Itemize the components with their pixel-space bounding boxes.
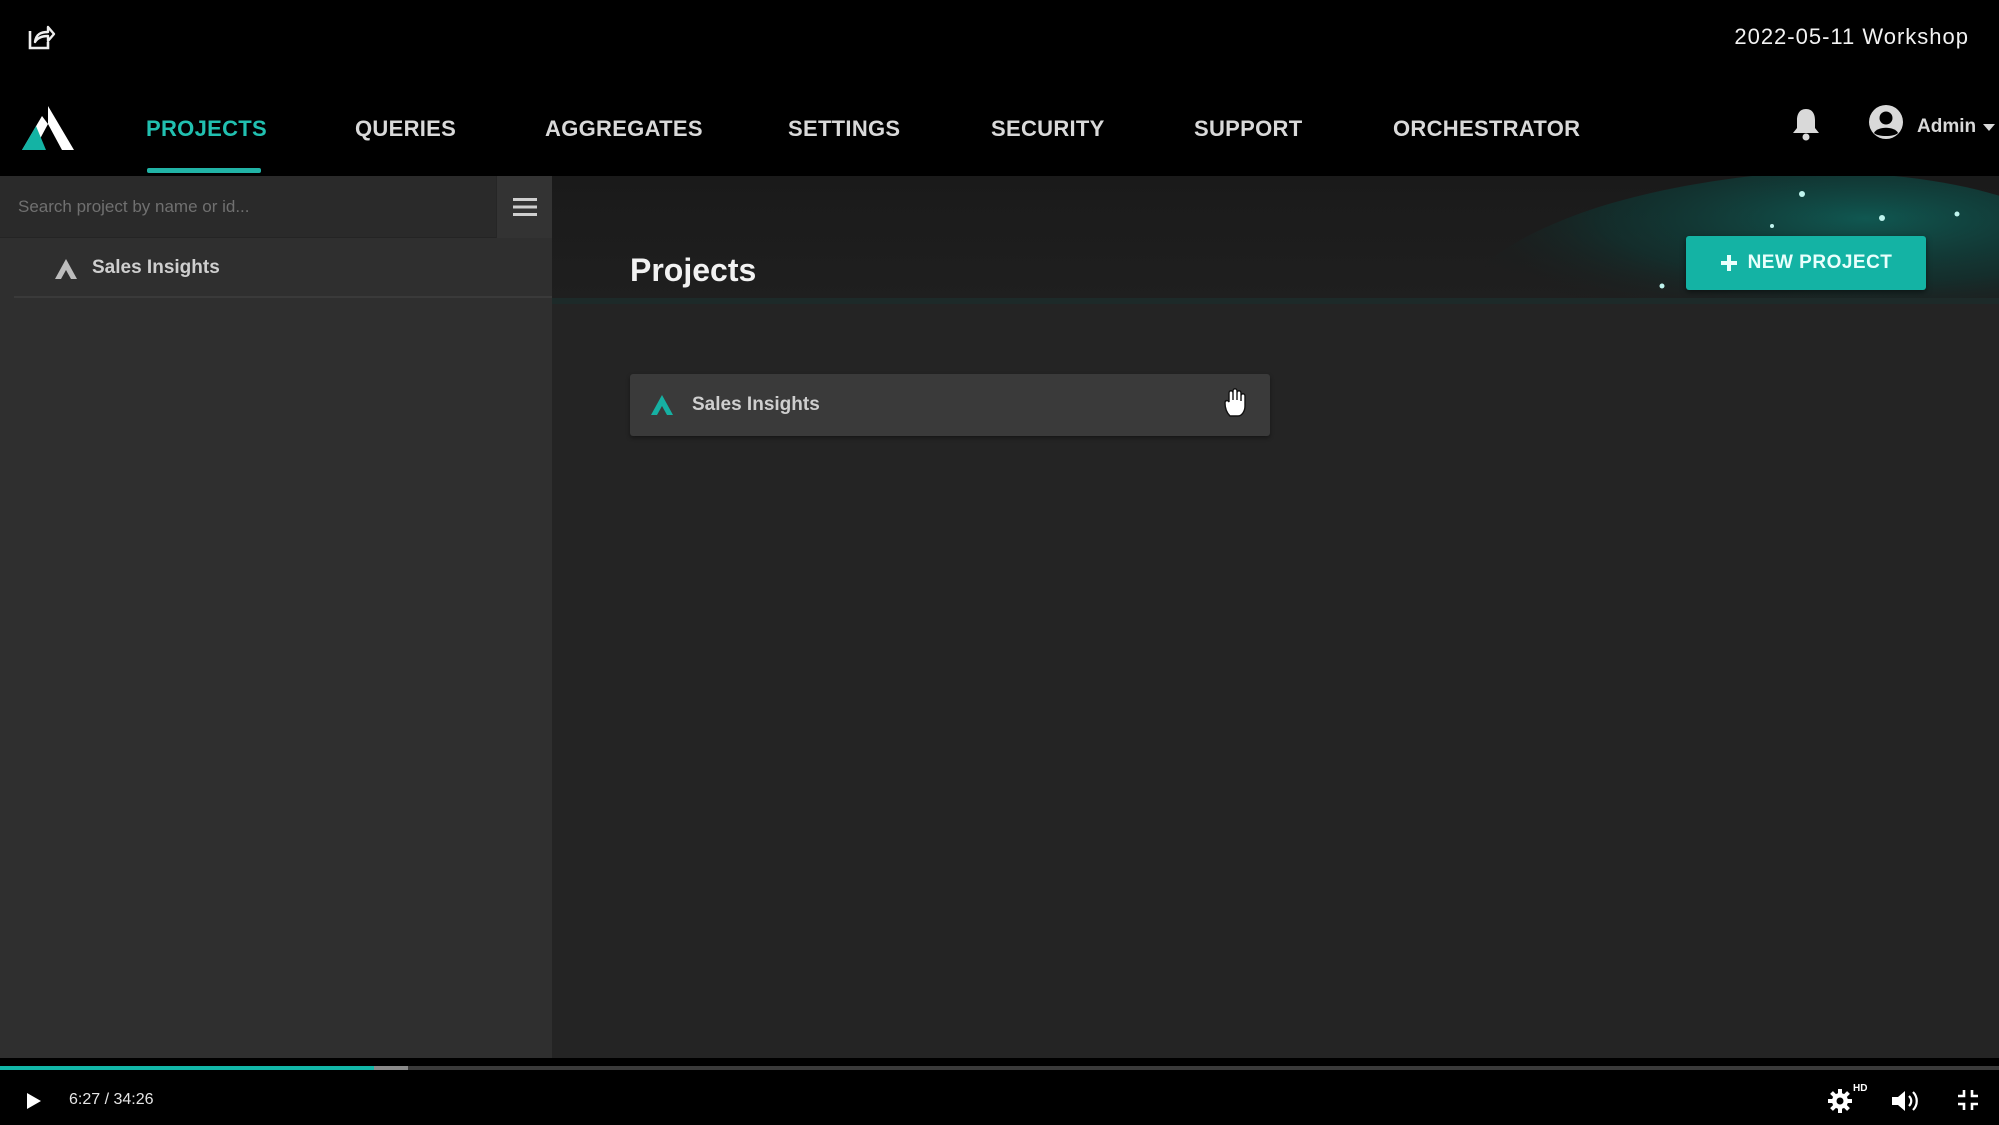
sidebar-item-sales-insights[interactable]: Sales Insights <box>14 240 552 298</box>
video-title: 2022-05-11 Workshop <box>1734 24 1969 49</box>
nav-aggregates[interactable]: AGGREGATES <box>545 116 703 142</box>
main-content: Projects NEW PROJECT Sales Insights <box>552 176 1999 1058</box>
project-icon <box>651 395 673 415</box>
project-sidebar: Sales Insights <box>0 176 552 1058</box>
play-icon[interactable] <box>22 1090 44 1112</box>
gear-icon[interactable] <box>1827 1088 1853 1114</box>
nav-queries[interactable]: QUERIES <box>355 116 456 142</box>
page-header-banner: Projects NEW PROJECT <box>552 176 1999 304</box>
new-project-label: NEW PROJECT <box>1747 252 1893 273</box>
video-controls: 6:27 / 34:26 HD <box>0 1058 1999 1125</box>
page-title: Projects <box>630 252 757 288</box>
search-box <box>0 176 496 238</box>
sidebar-item-label: Sales Insights <box>92 257 220 278</box>
app-header: PROJECTS QUERIES AGGREGATES SETTINGS SEC… <box>0 76 1999 176</box>
new-project-button[interactable]: NEW PROJECT <box>1686 236 1926 290</box>
share-icon[interactable] <box>26 22 56 52</box>
video-top-bar: 2022-05-11 Workshop <box>0 0 1999 76</box>
project-card-label: Sales Insights <box>692 394 820 415</box>
project-card-sales-insights[interactable]: Sales Insights <box>630 374 1270 436</box>
hd-badge: HD <box>1853 1083 1868 1094</box>
progress-fill <box>0 1066 375 1070</box>
nav-orchestrator[interactable]: ORCHESTRATOR <box>1393 116 1580 142</box>
project-search-input[interactable] <box>0 176 496 238</box>
hand-cursor-icon <box>1224 388 1246 417</box>
volume-icon[interactable] <box>1890 1088 1922 1114</box>
user-menu-label[interactable]: Admin <box>1917 116 1976 138</box>
nav-projects[interactable]: PROJECTS <box>146 116 267 142</box>
logo-icon[interactable] <box>20 104 76 152</box>
nav-active-indicator <box>147 168 261 173</box>
exit-fullscreen-icon[interactable] <box>1956 1088 1980 1112</box>
caret-down-icon[interactable] <box>1983 124 1995 132</box>
bell-icon[interactable] <box>1790 106 1822 142</box>
hamburger-icon <box>512 198 537 216</box>
plus-icon <box>1720 255 1737 271</box>
project-icon <box>55 259 77 279</box>
sidebar-menu-button[interactable] <box>496 176 552 238</box>
nav-support[interactable]: SUPPORT <box>1194 116 1302 142</box>
nav-settings[interactable]: SETTINGS <box>788 116 900 142</box>
user-avatar-icon[interactable] <box>1868 104 1904 140</box>
time-display: 6:27 / 34:26 <box>69 1091 154 1108</box>
video-progress-bar[interactable] <box>0 1066 1999 1070</box>
nav-security[interactable]: SECURITY <box>991 116 1105 142</box>
